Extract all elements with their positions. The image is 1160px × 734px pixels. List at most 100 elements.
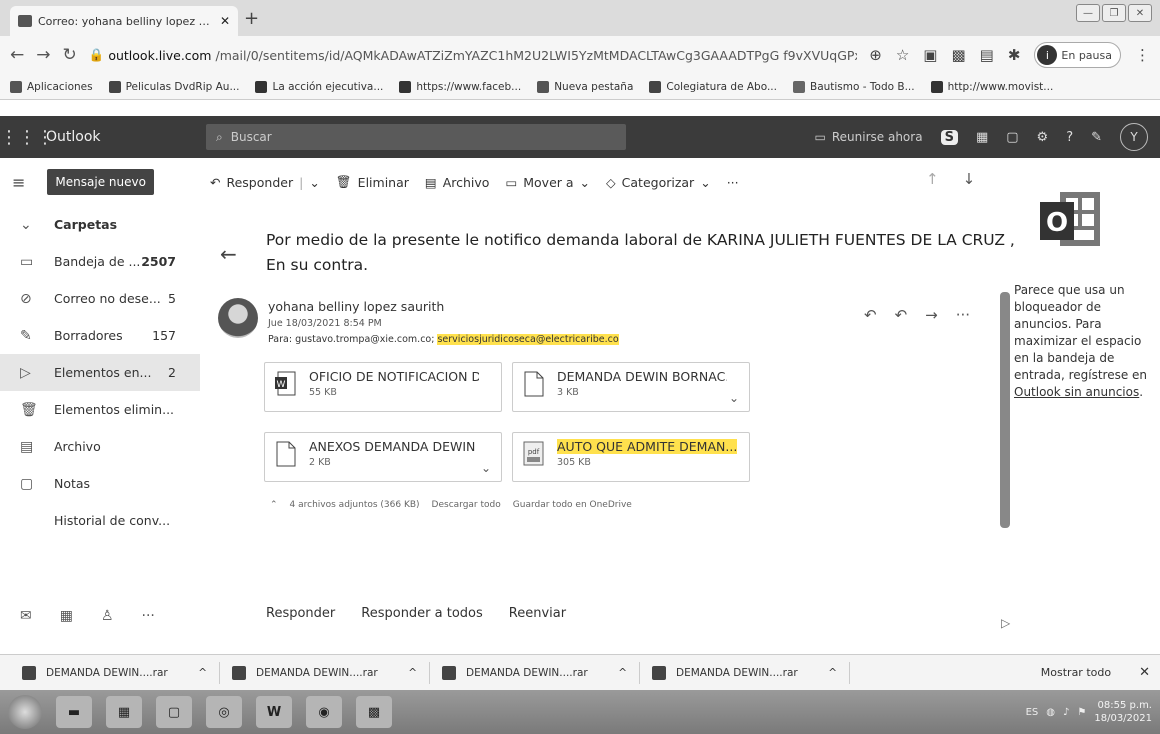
folder-item[interactable]: Historial de conv... xyxy=(0,502,200,539)
forward-button[interactable]: Reenviar xyxy=(509,606,566,621)
archive-command[interactable]: ▤ Archivo xyxy=(425,175,490,190)
sender-name[interactable]: yohana belliny lopez saurith xyxy=(268,299,444,314)
start-button[interactable] xyxy=(8,695,42,729)
clock[interactable]: 08:55 p.m. 18/03/2021 xyxy=(1094,699,1152,725)
flag-icon[interactable]: ⚑ xyxy=(1077,707,1086,718)
url-field[interactable]: 🔒 outlook.live.com/mail/0/sentitems/id/A… xyxy=(89,47,857,63)
bookmark-item[interactable]: Colegiatura de Abo... xyxy=(649,80,777,93)
back-arrow-icon[interactable]: ← xyxy=(10,45,24,65)
chrome-icon[interactable]: ◉ xyxy=(306,696,342,728)
new-tab-button[interactable]: + xyxy=(244,8,259,29)
caret-up-icon[interactable]: ^ xyxy=(408,667,417,679)
mail-icon[interactable]: ✉ xyxy=(20,608,32,624)
reload-icon[interactable]: ↻ xyxy=(63,45,77,65)
folders-header[interactable]: ⌄ Carpetas xyxy=(0,206,200,243)
caret-up-icon[interactable]: ^ xyxy=(828,667,837,679)
outlook-brand[interactable]: Outlook xyxy=(46,129,196,145)
profile-button[interactable]: i En pausa xyxy=(1034,42,1121,68)
browser-tab[interactable]: Correo: yohana belliny lopez sau ✕ xyxy=(10,6,238,36)
search-box[interactable]: ⌕ Buscar xyxy=(206,124,626,150)
bookmark-item[interactable]: http://www.movist... xyxy=(930,80,1053,93)
whats-new-icon[interactable]: ✎ xyxy=(1091,130,1102,145)
close-shelf-icon[interactable]: ✕ xyxy=(1139,665,1150,680)
reading-pane-scrollbar[interactable] xyxy=(1000,292,1010,528)
recipient-highlighted[interactable]: serviciosjuridicoseca@electricaribe.co xyxy=(437,334,619,345)
attachment-card[interactable]: ANEXOS DEMANDA DEWIN ... 2 KB ⌄ xyxy=(264,432,502,482)
word-icon[interactable]: W xyxy=(256,696,292,728)
bookmark-item[interactable]: Bautismo - Todo B... xyxy=(792,80,915,93)
new-message-button[interactable]: Mensaje nuevo xyxy=(47,169,154,195)
chevron-down-icon[interactable]: ⌄ xyxy=(481,461,491,475)
forward-arrow-icon[interactable]: → xyxy=(36,45,50,65)
back-arrow-icon[interactable]: ← xyxy=(220,242,237,266)
folder-item[interactable]: ⊘ Correo no dese... 5 xyxy=(0,280,200,317)
categorize-command[interactable]: ◇ Categorizar ⌄ xyxy=(606,175,711,190)
account-avatar[interactable]: Y xyxy=(1120,123,1148,151)
bookmark-item[interactable]: https://www.faceb... xyxy=(399,80,521,93)
help-icon[interactable]: ? xyxy=(1066,130,1073,145)
language-indicator[interactable]: ES xyxy=(1026,707,1039,718)
attachment-card[interactable]: DEMANDA DEWIN BORNAC... 3 KB ⌄ xyxy=(512,362,750,412)
caret-up-icon[interactable]: ^ xyxy=(198,667,207,679)
minimize-icon[interactable]: — xyxy=(1076,4,1100,22)
browser-menu-icon[interactable]: ⋮ xyxy=(1135,46,1150,64)
sender-avatar[interactable] xyxy=(218,298,258,338)
folder-item[interactable]: 🗑 Elementos elimin... xyxy=(0,391,200,428)
download-item[interactable]: DEMANDA DEWIN....rar ^ xyxy=(220,661,430,684)
office-apps-icon[interactable]: ▦ xyxy=(976,130,988,145)
browser-icon[interactable]: ◎ xyxy=(206,696,242,728)
bookmark-item[interactable]: Peliculas DvdRip Au... xyxy=(108,80,239,93)
reply-all-icon[interactable]: ↶ xyxy=(895,306,908,324)
people-icon[interactable]: ♙ xyxy=(101,608,114,624)
bookmark-star-icon[interactable]: ☆ xyxy=(896,46,909,64)
download-item[interactable]: DEMANDA DEWIN....rar ^ xyxy=(430,661,640,684)
bookmark-item[interactable]: Aplicaciones xyxy=(10,80,93,93)
extension-icon[interactable]: ▩ xyxy=(951,46,965,64)
my-day-icon[interactable]: ▢ xyxy=(1006,130,1018,145)
folder-item[interactable]: ▷ Elementos en... 2 xyxy=(0,354,200,391)
save-onedrive-link[interactable]: Guardar todo en OneDrive xyxy=(513,500,632,510)
extensions-puzzle-icon[interactable]: ✱ xyxy=(1008,46,1021,64)
attachment-card[interactable]: pdf AUTO QUE ADMITE DEMAN... 305 KB xyxy=(512,432,750,482)
meet-now-button[interactable]: ▭ Reunirse ahora xyxy=(815,130,923,144)
reply-icon[interactable]: ↶ xyxy=(864,306,877,324)
scroll-arrow-icon[interactable]: ▷ xyxy=(1001,616,1010,630)
bookmark-item[interactable]: Nueva pestaña xyxy=(537,80,633,93)
recipient[interactable]: gustavo.trompa@xie.com.co; xyxy=(295,334,434,345)
folder-item[interactable]: ▭ Bandeja de ... 2507 xyxy=(0,243,200,280)
calculator-icon[interactable]: ▦ xyxy=(106,696,142,728)
settings-gear-icon[interactable]: ⚙ xyxy=(1037,130,1049,145)
delete-command[interactable]: 🗑 Eliminar xyxy=(336,174,409,190)
skype-icon[interactable]: S xyxy=(940,129,958,145)
arrow-up-icon[interactable]: ↑ xyxy=(926,170,939,188)
maximize-icon[interactable]: ❐ xyxy=(1102,4,1126,22)
reply-command[interactable]: ↶ Responder | ⌄ xyxy=(210,175,320,190)
close-tab-icon[interactable]: ✕ xyxy=(220,14,230,28)
move-command[interactable]: ▭ Mover a ⌄ xyxy=(505,175,590,190)
more-actions-icon[interactable]: ··· xyxy=(956,306,970,324)
chevron-down-icon[interactable]: ⌄ xyxy=(729,391,739,405)
ad-free-link[interactable]: Outlook sin anuncios xyxy=(1014,385,1139,399)
close-window-icon[interactable]: ✕ xyxy=(1128,4,1152,22)
explorer-icon[interactable]: ▬ xyxy=(56,696,92,728)
arrow-down-icon[interactable]: ↓ xyxy=(963,170,976,188)
attachment-card[interactable]: W OFICIO DE NOTIFICACION D... 55 KB xyxy=(264,362,502,412)
calendar-icon[interactable]: ▦ xyxy=(60,608,73,624)
network-icon[interactable]: ◍ xyxy=(1046,707,1055,718)
folder-item[interactable]: ✎ Borradores 157 xyxy=(0,317,200,354)
folder-item[interactable]: ▢ Notas xyxy=(0,465,200,502)
folder-item[interactable]: ▤ Archivo xyxy=(0,428,200,465)
chevron-down-icon[interactable]: ⌄ xyxy=(309,175,319,190)
media-icon[interactable]: ▢ xyxy=(156,696,192,728)
more-commands-button[interactable]: ··· xyxy=(727,175,739,190)
extension-icon[interactable]: ▤ xyxy=(980,46,994,64)
download-item[interactable]: DEMANDA DEWIN....rar ^ xyxy=(640,661,850,684)
download-item[interactable]: DEMANDA DEWIN....rar ^ xyxy=(10,661,220,684)
show-all-button[interactable]: Mostrar todo xyxy=(1041,666,1111,679)
app-icon[interactable]: ▩ xyxy=(356,696,392,728)
bookmark-item[interactable]: La acción ejecutiva... xyxy=(255,80,383,93)
extension-icon[interactable]: ▣ xyxy=(923,46,937,64)
download-all-link[interactable]: Descargar todo xyxy=(432,500,501,510)
app-launcher-icon[interactable]: ⋮⋮⋮ xyxy=(0,127,54,148)
hamburger-menu-icon[interactable]: ≡ xyxy=(12,173,25,192)
